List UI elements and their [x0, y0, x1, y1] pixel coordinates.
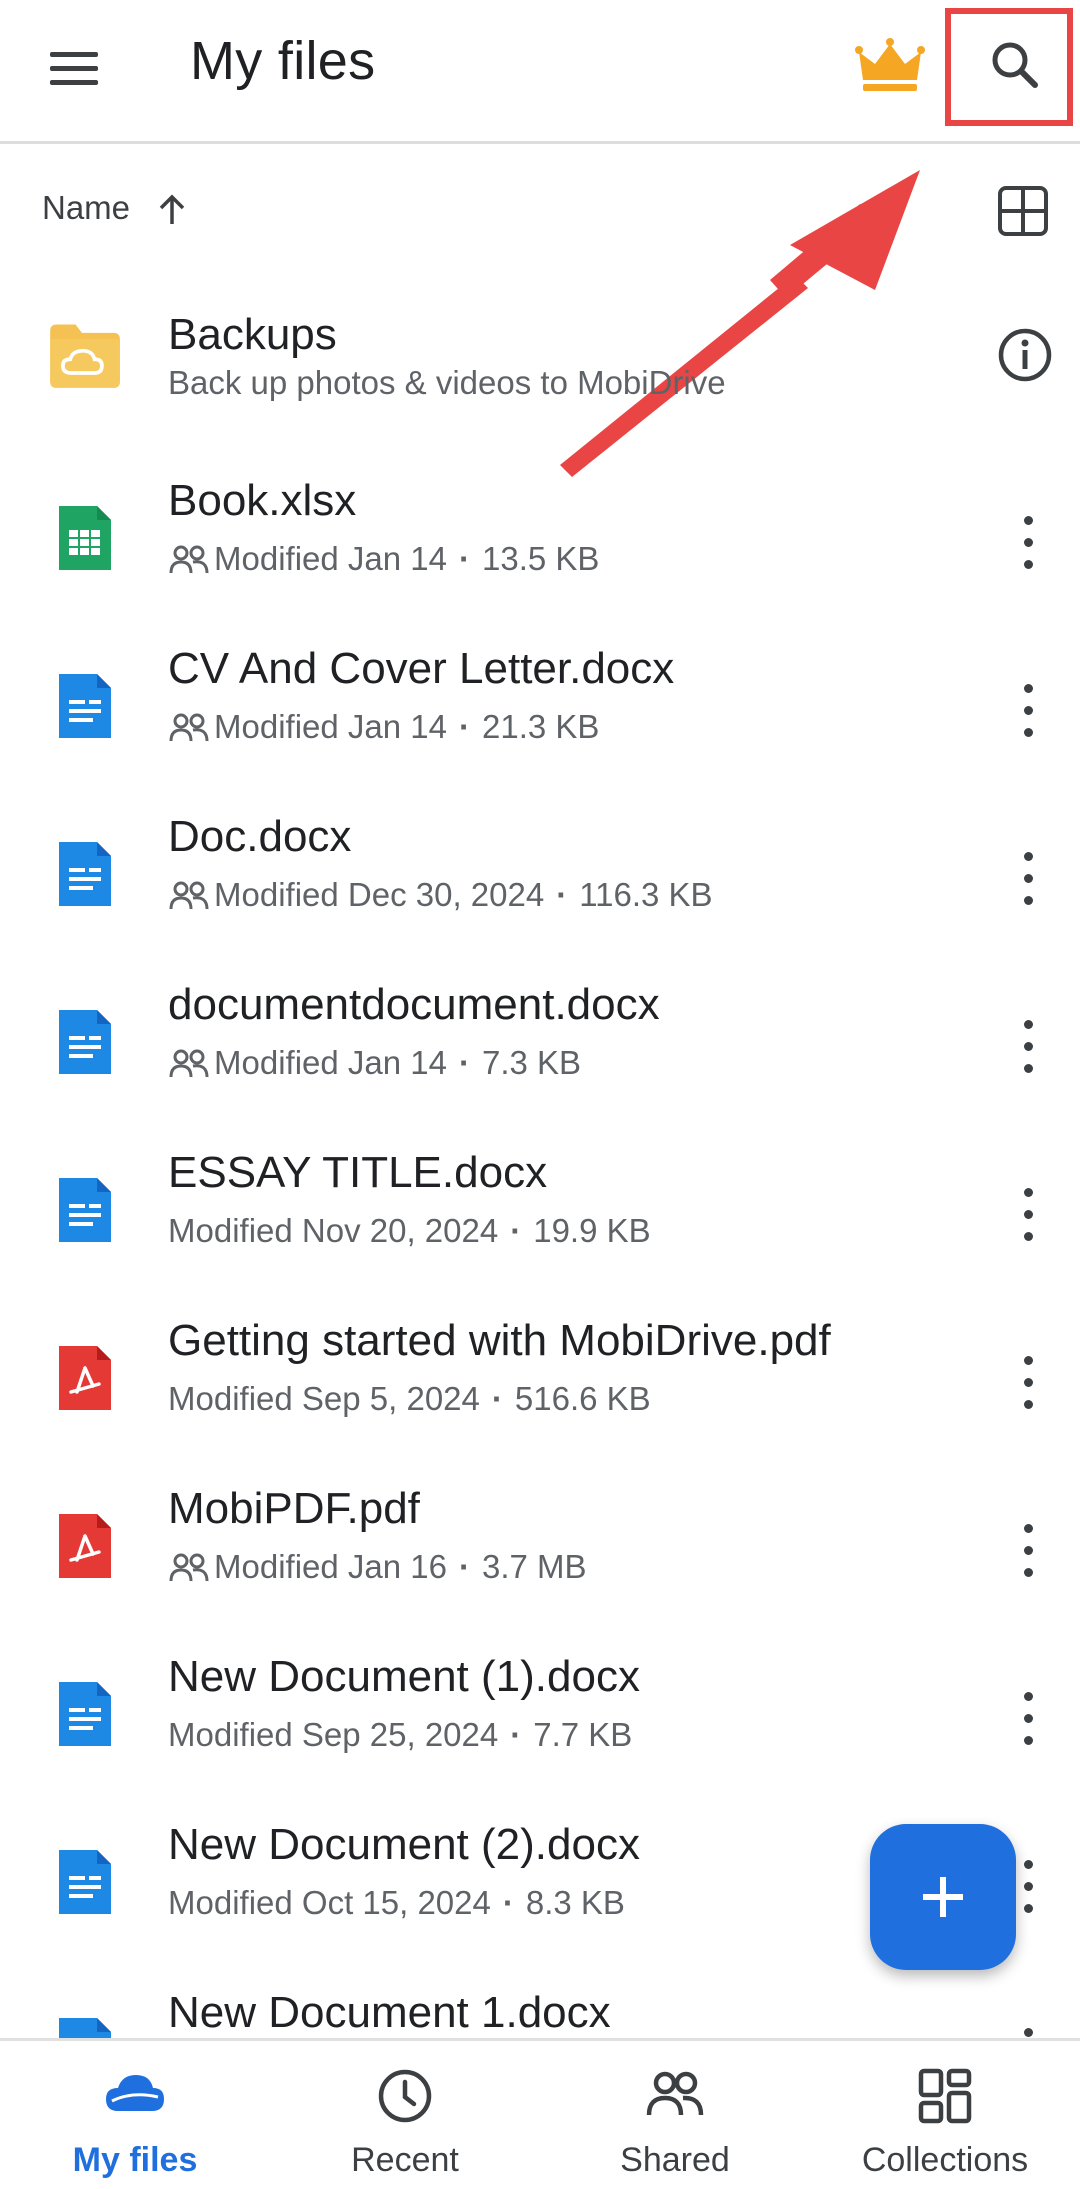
collections-icon [918, 2068, 972, 2124]
list-item-file[interactable]: MobiPDF.pdf Modified Jan 16 · 3.7 MB [0, 1466, 1080, 1634]
shared-icon [169, 881, 209, 910]
clock-icon [378, 2069, 432, 2123]
search-highlight-box [945, 8, 1073, 126]
file-meta: Modified Oct 15, 2024 · 8.3 KB [168, 1884, 625, 1921]
people-icon [646, 2071, 704, 2116]
premium-button[interactable] [855, 36, 925, 96]
grid-view-icon[interactable] [996, 184, 1050, 238]
file-name: documentdocument.docx [168, 980, 660, 1029]
list-item-file[interactable]: CV And Cover Letter.docx Modified Jan 14… [0, 626, 1080, 794]
xlsx-icon [59, 506, 111, 570]
file-meta: Modified Jan 14 · 21.3 KB [168, 708, 599, 746]
file-name: ESSAY TITLE.docx [168, 1148, 548, 1197]
file-subtitle: Back up photos & videos to MobiDrive [168, 364, 726, 401]
file-modified: Modified Nov 20, 2024 [168, 1212, 499, 1249]
sort-bar: Name [0, 176, 1080, 246]
docx-icon [59, 1010, 111, 1074]
nav-shared[interactable]: Shared [540, 2041, 810, 2189]
pdf-icon [59, 1514, 111, 1578]
file-modified: Modified Jan 14 [214, 540, 447, 577]
file-meta: Modified Dec 30, 2024 · 116.3 KB [168, 876, 713, 914]
pdf-icon [59, 1346, 111, 1410]
shared-icon [169, 545, 209, 574]
more-options-icon[interactable] [1000, 1348, 1056, 1418]
folder-cloud-icon [50, 324, 120, 388]
file-size: 19.9 KB [533, 1212, 651, 1249]
file-modified: Modified Jan 16 [214, 1548, 447, 1585]
more-options-icon[interactable] [1000, 676, 1056, 746]
docx-icon [59, 1682, 111, 1746]
file-meta: Modified Jan 14 · 13.5 KB [168, 540, 599, 578]
list-item-file[interactable]: documentdocument.docx Modified Jan 14 · 7.… [0, 962, 1080, 1130]
nav-recent[interactable]: Recent [270, 2041, 540, 2189]
file-name: Backups [168, 310, 337, 359]
file-modified: Modified Dec 30, 2024 [214, 876, 545, 913]
shared-icon [169, 713, 209, 742]
file-size: 116.3 KB [579, 876, 713, 913]
bottom-navigation: My files Recent Shared Collections [0, 2038, 1080, 2189]
docx-icon [59, 842, 111, 906]
file-size: 3.7 MB [481, 1548, 587, 1585]
file-size: 7.7 KB [533, 1716, 633, 1753]
docx-icon [59, 1178, 111, 1242]
file-meta: Modified Jan 14 · 7.3 KB [168, 1044, 581, 1082]
file-name: MobiPDF.pdf [168, 1484, 420, 1533]
app-bar: My files [0, 0, 1080, 144]
file-meta: Modified Sep 25, 2024 · 7.7 KB [168, 1716, 633, 1753]
list-item-file[interactable]: Book.xlsx Modified Jan 14 · 13.5 KB [0, 458, 1080, 626]
cloud-icon [106, 2075, 164, 2111]
more-options-icon[interactable] [1000, 1180, 1056, 1250]
more-options-icon[interactable] [1000, 508, 1056, 578]
file-meta: Modified Nov 20, 2024 · 19.9 KB [168, 1212, 651, 1249]
nav-label: Shared [620, 2141, 730, 2179]
file-meta: Modified Sep 5, 2024 · 516.6 KB [168, 1380, 651, 1417]
file-name: Getting started with MobiDrive.pdf [168, 1316, 831, 1365]
shared-icon [169, 1553, 209, 1582]
file-name: Book.xlsx [168, 476, 357, 525]
more-options-icon[interactable] [1000, 844, 1056, 914]
docx-icon [59, 1850, 111, 1914]
shared-icon [169, 1049, 209, 1078]
file-name: New Document (1).docx [168, 1652, 640, 1701]
file-modified: Modified Jan 14 [214, 708, 447, 745]
sort-by-name-button[interactable]: Name [42, 189, 130, 227]
file-modified: Modified Jan 14 [214, 1044, 447, 1081]
file-modified: Modified Oct 15, 2024 [168, 1884, 491, 1921]
file-name: New Document 1.docx [168, 1988, 611, 2037]
nav-my-files[interactable]: My files [0, 2041, 270, 2189]
file-size: 7.3 KB [481, 1044, 582, 1081]
file-size: 516.6 KB [514, 1380, 651, 1417]
list-item-file[interactable]: Getting started with MobiDrive.pdf Modif… [0, 1298, 1080, 1466]
more-options-icon[interactable] [1000, 1684, 1056, 1754]
nav-label: My files [72, 2141, 198, 2179]
menu-icon [50, 52, 98, 57]
file-size: 13.5 KB [481, 540, 600, 577]
nav-label: Collections [861, 2141, 1029, 2179]
crown-icon [855, 38, 925, 91]
file-size: 8.3 KB [525, 1884, 625, 1921]
more-options-icon[interactable] [1000, 1516, 1056, 1586]
list-item-backups[interactable]: Backups Back up photos & videos to MobiD… [0, 290, 1080, 458]
menu-button[interactable] [38, 44, 110, 94]
file-name: Doc.docx [168, 812, 352, 861]
file-name: New Document (2).docx [168, 1820, 640, 1869]
file-name: CV And Cover Letter.docx [168, 644, 675, 693]
docx-icon [59, 674, 111, 738]
more-options-icon[interactable] [1000, 1012, 1056, 1082]
file-modified: Modified Sep 25, 2024 [168, 1716, 499, 1753]
file-meta: Modified Jan 16 · 3.7 MB [168, 1548, 587, 1586]
list-item-file[interactable]: New Document (1).docx Modified Sep 25, 2… [0, 1634, 1080, 1802]
list-item-file[interactable]: Doc.docx Modified Dec 30, 2024 · 116.3 KB [0, 794, 1080, 962]
page-title: My files [190, 31, 376, 91]
file-modified: Modified Sep 5, 2024 [168, 1380, 480, 1417]
nav-label: Recent [351, 2141, 459, 2179]
list-item-file[interactable]: ESSAY TITLE.docx Modified Nov 20, 2024 · 1… [0, 1130, 1080, 1298]
nav-collections[interactable]: Collections [810, 2041, 1080, 2189]
add-button[interactable] [870, 1824, 1016, 1970]
file-size: 21.3 KB [481, 708, 600, 745]
info-icon[interactable] [996, 326, 1054, 384]
arrow-up-icon[interactable] [152, 190, 192, 230]
